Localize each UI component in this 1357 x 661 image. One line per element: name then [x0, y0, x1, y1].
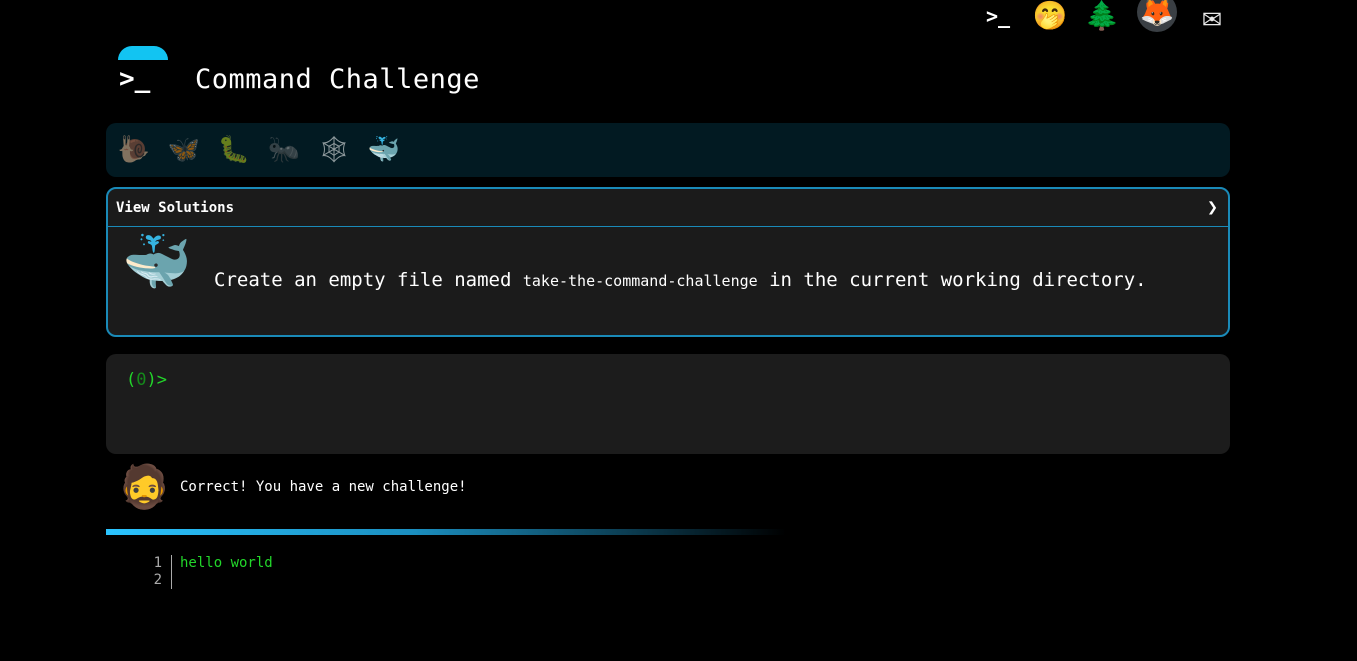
level-spider-web-icon[interactable]: 🕸: [316, 132, 352, 168]
prompt-exit-code: 0: [136, 370, 147, 390]
bearded-person-avatar-icon: 🧔: [118, 462, 171, 511]
prompt-close: )>: [146, 370, 167, 390]
page-title: Command Challenge: [195, 64, 480, 95]
challenge-text-after: in the current working directory.: [757, 269, 1147, 291]
challenge-body: 🐳 Create an empty file named take-the-co…: [108, 227, 1228, 337]
top-nav: >_ 🤭 🌲 🦊 ✉: [981, 0, 1229, 32]
level-whale-icon[interactable]: 🐳: [366, 132, 402, 168]
whale-icon: 🐳: [122, 230, 192, 295]
prompt-open: (: [126, 370, 137, 390]
challenge-text-before: Create an empty file named: [214, 269, 523, 291]
terminal-prompt-icon[interactable]: >_: [981, 0, 1015, 33]
chevron-right-icon: ❯: [1207, 197, 1218, 218]
view-solutions-label: View Solutions: [116, 199, 235, 216]
level-selector: 🐌 🦋 🐛 🐜 🕸 🐳: [106, 123, 1230, 177]
line-number: 2: [140, 572, 172, 589]
christmas-tree-icon[interactable]: 🌲: [1085, 0, 1120, 33]
editor-line: 2: [140, 572, 273, 589]
view-solutions-toggle[interactable]: View Solutions ❯: [108, 189, 1228, 227]
progress-bar: [106, 529, 786, 535]
feedback-message: 🧔 Correct! You have a new challenge!: [118, 466, 467, 508]
level-ant-icon[interactable]: 🐜: [266, 132, 302, 168]
feedback-text: Correct! You have a new challenge!: [180, 479, 467, 495]
logo-cap: [118, 46, 168, 60]
logo-prompt-icon: >_: [119, 64, 151, 94]
app-logo[interactable]: >_: [115, 46, 171, 102]
face-with-hand-over-mouth-icon[interactable]: 🤭: [1033, 0, 1068, 33]
editor-line: 1 hello world: [140, 555, 273, 572]
line-content: [172, 572, 180, 589]
terminal-input[interactable]: (0)>: [106, 354, 1230, 454]
envelope-icon[interactable]: ✉: [1195, 0, 1229, 33]
level-snail-icon[interactable]: 🐌: [116, 132, 152, 168]
level-butterfly-icon[interactable]: 🦋: [166, 132, 202, 168]
challenge-card: View Solutions ❯ 🐳 Create an empty file …: [106, 187, 1230, 337]
gitlab-fox-icon[interactable]: 🦊: [1137, 0, 1177, 32]
challenge-filename: take-the-command-challenge: [522, 272, 758, 290]
level-caterpillar-icon[interactable]: 🐛: [216, 132, 252, 168]
challenge-description: Create an empty file named take-the-comm…: [214, 269, 1147, 291]
line-content: hello world: [180, 555, 273, 571]
line-number: 1: [140, 555, 172, 572]
terminal-prompt: (0)>: [126, 370, 167, 390]
output-editor: 1 hello world 2: [140, 555, 273, 589]
